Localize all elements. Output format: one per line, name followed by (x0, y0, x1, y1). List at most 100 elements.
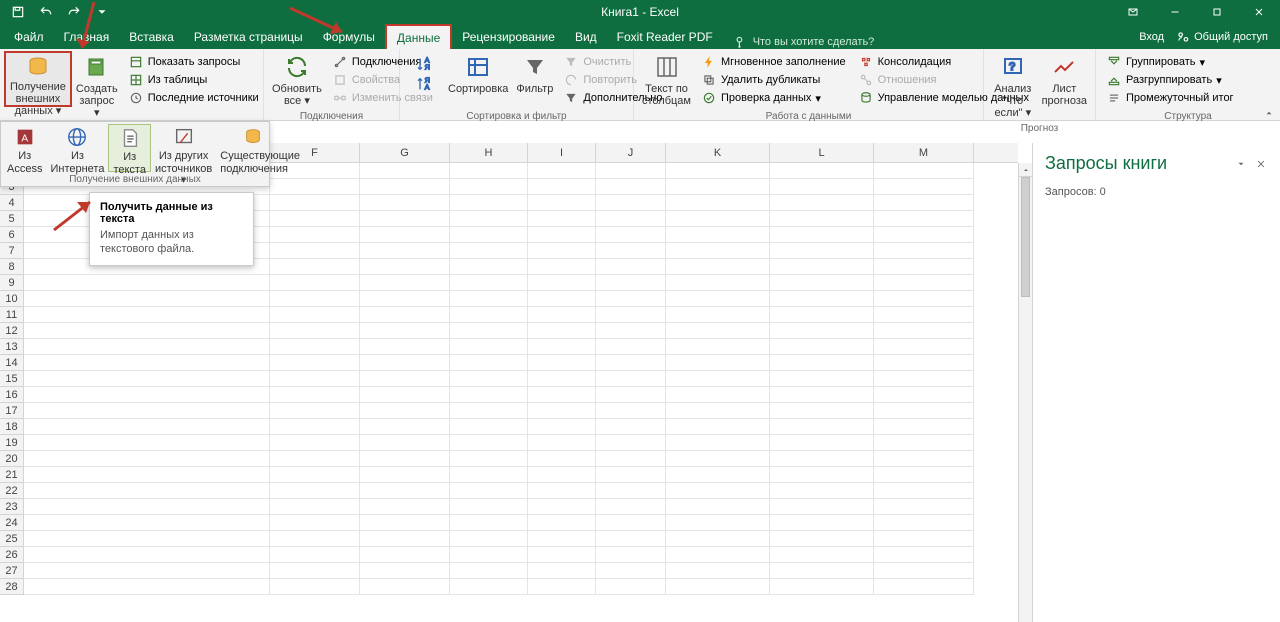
cell[interactable] (874, 275, 974, 291)
cell[interactable] (666, 323, 770, 339)
pane-close-button[interactable] (1254, 157, 1268, 171)
cell[interactable] (596, 259, 666, 275)
cell[interactable] (270, 323, 360, 339)
cell[interactable] (596, 179, 666, 195)
tell-me-search[interactable]: Что вы хотите сделать? (733, 35, 875, 49)
cell[interactable] (450, 355, 528, 371)
existing-connections-button[interactable]: Существующиеподключения (216, 124, 290, 172)
cell[interactable] (596, 195, 666, 211)
cell[interactable] (666, 579, 770, 595)
minimize-button[interactable] (1154, 0, 1196, 24)
cell[interactable] (450, 243, 528, 259)
row-header[interactable]: 7 (0, 243, 24, 259)
cell[interactable] (528, 179, 596, 195)
cell[interactable] (666, 275, 770, 291)
cell[interactable] (360, 195, 450, 211)
cell[interactable] (596, 515, 666, 531)
cell[interactable] (666, 195, 770, 211)
row-header[interactable]: 18 (0, 419, 24, 435)
cell[interactable] (360, 387, 450, 403)
cell[interactable] (874, 579, 974, 595)
cell[interactable] (528, 467, 596, 483)
cell[interactable] (528, 195, 596, 211)
cell[interactable] (360, 547, 450, 563)
cell[interactable] (270, 563, 360, 579)
row-header[interactable]: 8 (0, 259, 24, 275)
cell[interactable] (874, 563, 974, 579)
cell[interactable] (666, 355, 770, 371)
cell[interactable] (666, 515, 770, 531)
sort-za-button[interactable]: ЯA (406, 75, 442, 95)
cell[interactable] (874, 227, 974, 243)
row-header[interactable]: 17 (0, 403, 24, 419)
cell[interactable] (528, 259, 596, 275)
cell[interactable] (874, 547, 974, 563)
cell[interactable] (666, 467, 770, 483)
cell[interactable] (874, 243, 974, 259)
group-button[interactable]: Группировать ▾ (1102, 53, 1238, 71)
cell[interactable] (874, 291, 974, 307)
cell[interactable] (450, 179, 528, 195)
cell[interactable] (450, 227, 528, 243)
cell[interactable] (528, 355, 596, 371)
cell[interactable] (874, 179, 974, 195)
get-external-data-button[interactable]: Получениевнешних данных ▾ (4, 51, 72, 107)
cell[interactable] (270, 515, 360, 531)
cell[interactable] (770, 483, 874, 499)
cell[interactable] (596, 531, 666, 547)
cell[interactable] (666, 483, 770, 499)
tab-file[interactable]: Файл (4, 24, 54, 49)
cell[interactable] (770, 339, 874, 355)
scroll-thumb[interactable] (1021, 177, 1030, 297)
cell[interactable] (770, 547, 874, 563)
cell[interactable] (666, 451, 770, 467)
ribbon-display-options[interactable] (1112, 0, 1154, 24)
cell[interactable] (270, 435, 360, 451)
data-validation-button[interactable]: Проверка данных ▾ (697, 89, 850, 107)
cell[interactable] (666, 499, 770, 515)
cell[interactable] (528, 163, 596, 179)
cell[interactable] (360, 499, 450, 515)
cell[interactable] (596, 403, 666, 419)
column-header[interactable]: G (360, 143, 450, 163)
cell[interactable] (528, 435, 596, 451)
cell[interactable] (450, 339, 528, 355)
sort-az-button[interactable]: AЯ (406, 55, 442, 75)
cell[interactable] (874, 499, 974, 515)
cell[interactable] (360, 355, 450, 371)
row-header[interactable]: 11 (0, 307, 24, 323)
cell[interactable] (450, 291, 528, 307)
cell[interactable] (666, 547, 770, 563)
cell[interactable] (450, 531, 528, 547)
cell[interactable] (528, 323, 596, 339)
cell[interactable] (360, 243, 450, 259)
cell[interactable] (596, 355, 666, 371)
cell[interactable] (596, 483, 666, 499)
cell[interactable] (450, 259, 528, 275)
cell[interactable] (360, 371, 450, 387)
row-headers[interactable]: 2345678910111213141516171819202122232425… (0, 163, 24, 622)
recent-sources-button[interactable]: Последние источники (124, 89, 263, 107)
cell[interactable] (270, 195, 360, 211)
cell[interactable] (666, 387, 770, 403)
cell[interactable] (450, 371, 528, 387)
cell[interactable] (874, 419, 974, 435)
cell[interactable] (450, 195, 528, 211)
cell[interactable] (770, 179, 874, 195)
cell[interactable] (770, 403, 874, 419)
share-button[interactable]: Общий доступ (1170, 30, 1274, 44)
cell[interactable] (770, 435, 874, 451)
row-header[interactable]: 12 (0, 323, 24, 339)
cell[interactable] (270, 531, 360, 547)
cell[interactable] (270, 339, 360, 355)
cell[interactable] (666, 163, 770, 179)
cell[interactable] (770, 323, 874, 339)
column-header[interactable]: H (450, 143, 528, 163)
row-header[interactable]: 9 (0, 275, 24, 291)
row-header[interactable]: 13 (0, 339, 24, 355)
remove-duplicates-button[interactable]: Удалить дубликаты (697, 71, 850, 89)
cell[interactable] (596, 339, 666, 355)
cell[interactable] (450, 387, 528, 403)
cell[interactable] (360, 563, 450, 579)
column-header[interactable]: L (770, 143, 874, 163)
